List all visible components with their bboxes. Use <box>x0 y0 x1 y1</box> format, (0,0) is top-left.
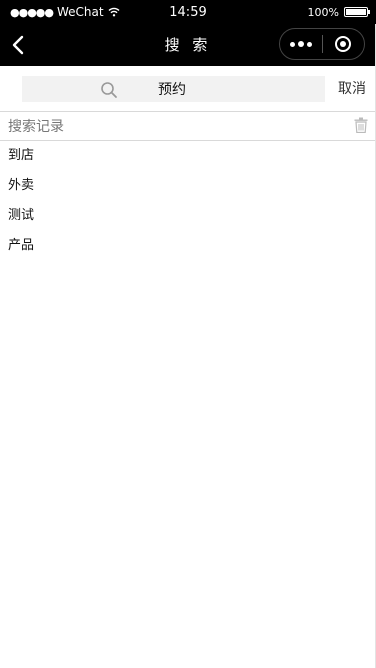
history-item[interactable]: 到店 <box>0 141 376 171</box>
wifi-icon <box>108 7 120 17</box>
mini-program-capsule <box>279 28 365 60</box>
nav-bar: 搜 索 <box>0 24 376 66</box>
battery-percent: 100% <box>307 5 339 19</box>
trash-icon[interactable] <box>354 117 368 133</box>
status-left: ●●●●● WeChat <box>10 5 308 19</box>
signal-dots-icon: ●●●●● <box>10 5 54 19</box>
history-item[interactable]: 测试 <box>0 201 376 231</box>
search-icon <box>101 82 117 98</box>
search-box[interactable] <box>22 76 325 102</box>
status-bar: ●●●●● WeChat 14:59 100% <box>0 0 376 24</box>
history-header: 搜索记录 <box>0 111 376 141</box>
history-item[interactable]: 产品 <box>0 231 376 261</box>
close-mini-program-button[interactable] <box>323 36 364 52</box>
carrier-name: WeChat <box>57 5 104 19</box>
history-item[interactable]: 外卖 <box>0 171 376 201</box>
status-right: 100% <box>307 5 370 19</box>
more-dot-icon <box>307 41 312 47</box>
more-dot-icon <box>290 41 295 47</box>
search-row: 取消 <box>0 66 376 111</box>
cancel-button[interactable]: 取消 <box>332 76 372 102</box>
history-title: 搜索记录 <box>8 119 64 135</box>
more-button[interactable] <box>280 41 322 47</box>
more-dot-icon <box>298 41 304 47</box>
history-list: 到店 外卖 测试 产品 <box>0 141 376 261</box>
target-circle-icon <box>335 36 352 52</box>
search-input[interactable] <box>148 76 318 102</box>
battery-icon <box>344 7 370 17</box>
